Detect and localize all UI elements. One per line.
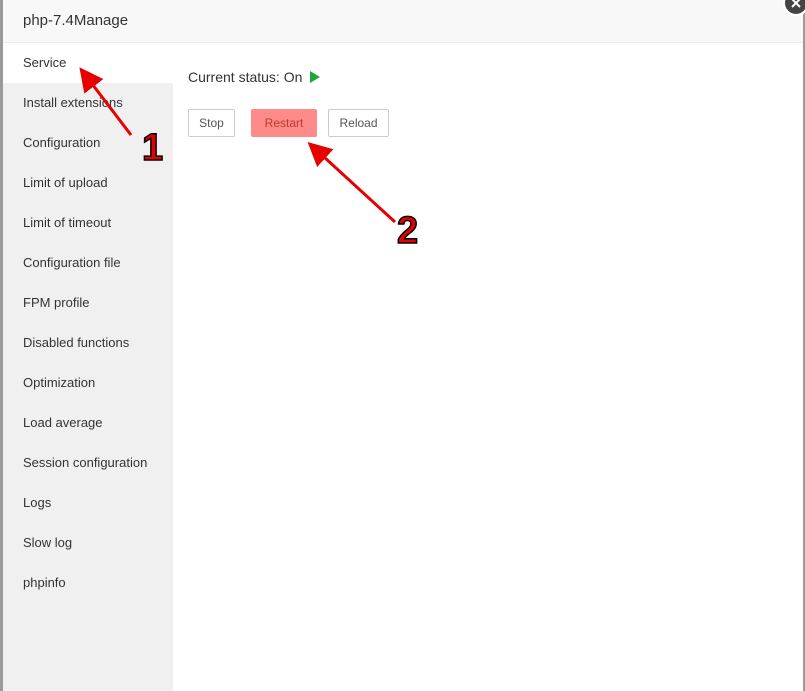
- sidebar-item-disabled-functions[interactable]: Disabled functions: [3, 323, 173, 363]
- status-value: On: [283, 69, 303, 85]
- sidebar-item-fpm-profile[interactable]: FPM profile: [3, 283, 173, 323]
- php-manage-dialog: php-7.4Manage Service Install extensions…: [3, 0, 803, 691]
- status-label: Current status:: [188, 69, 280, 85]
- sidebar-item-configuration[interactable]: Configuration: [3, 123, 173, 163]
- sidebar-item-configuration-file[interactable]: Configuration file: [3, 243, 173, 283]
- sidebar-item-logs[interactable]: Logs: [3, 483, 173, 523]
- stop-button[interactable]: Stop: [188, 109, 235, 137]
- dialog-titlebar: php-7.4Manage: [3, 0, 803, 43]
- sidebar-item-service[interactable]: Service: [3, 43, 173, 83]
- sidebar-item-slow-log[interactable]: Slow log: [3, 523, 173, 563]
- sidebar-nav: Service Install extensions Configuration…: [3, 43, 173, 691]
- reload-button[interactable]: Reload: [328, 109, 389, 137]
- current-status: Current status: On: [188, 69, 321, 85]
- sidebar-item-load-average[interactable]: Load average: [3, 403, 173, 443]
- play-icon: [310, 71, 321, 83]
- sidebar-item-optimization[interactable]: Optimization: [3, 363, 173, 403]
- sidebar-item-limit-of-timeout[interactable]: Limit of timeout: [3, 203, 173, 243]
- dialog-title: php-7.4Manage: [23, 12, 129, 29]
- service-panel: Current status: On Stop Restart Reload: [173, 43, 803, 691]
- sidebar-item-limit-of-upload[interactable]: Limit of upload: [3, 163, 173, 203]
- sidebar-item-phpinfo[interactable]: phpinfo: [3, 563, 173, 603]
- sidebar-item-session-configuration[interactable]: Session configuration: [3, 443, 173, 483]
- sidebar-item-install-extensions[interactable]: Install extensions: [3, 83, 173, 123]
- restart-button[interactable]: Restart: [251, 109, 317, 137]
